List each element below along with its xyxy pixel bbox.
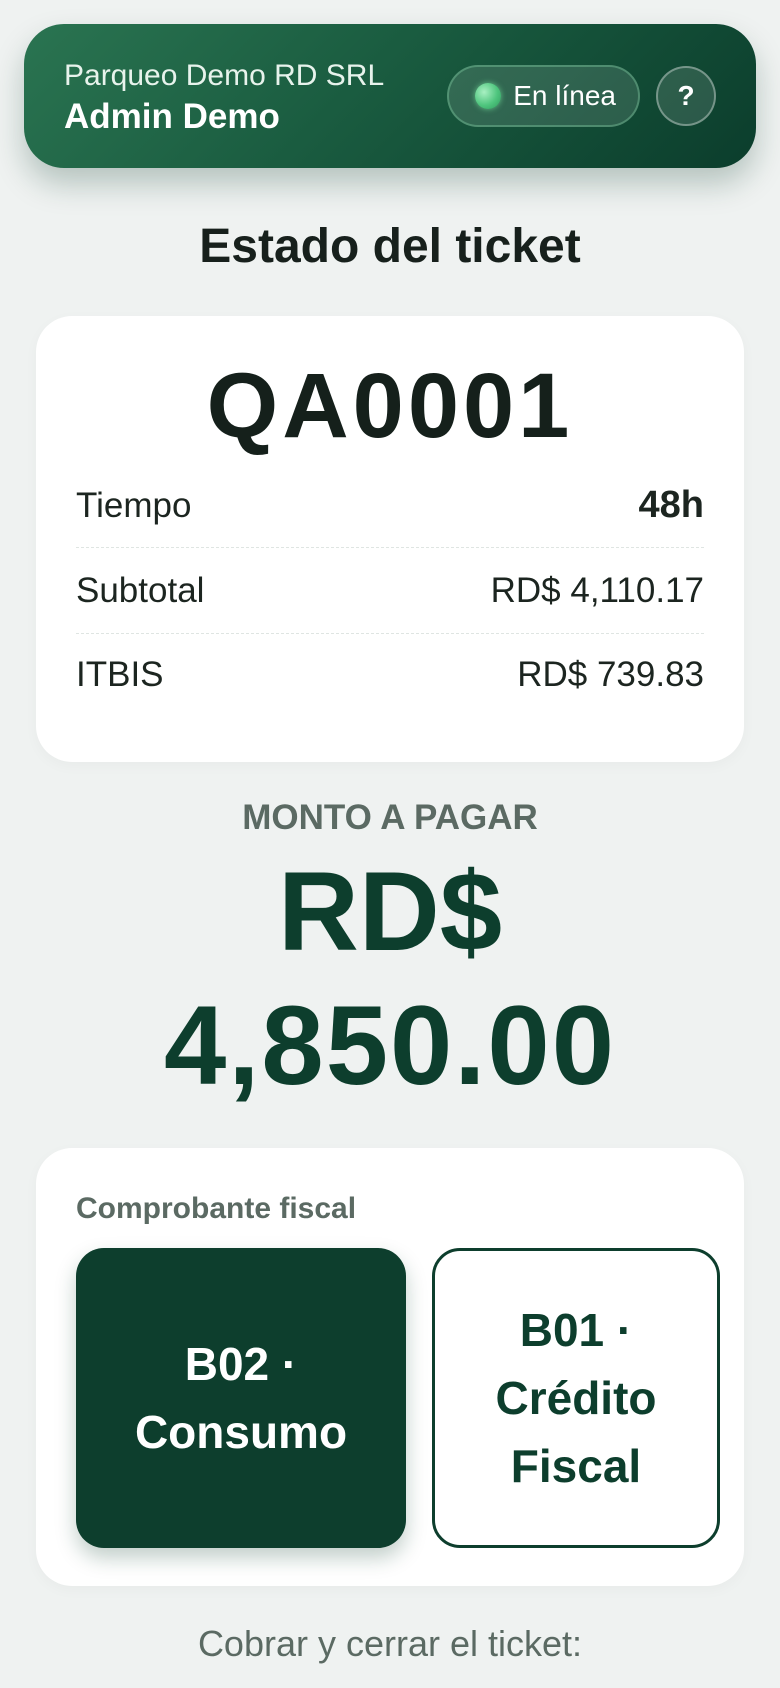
fiscal-option-b02-consumo[interactable]: B02 · Consumo <box>76 1248 406 1548</box>
company-name: Parqueo Demo RD SRL <box>64 59 385 92</box>
row-label: Subtotal <box>76 570 205 610</box>
status-label: En línea <box>513 80 616 111</box>
help-button[interactable]: ? <box>656 66 716 126</box>
ticket-card: QA0001 Tiempo 48h Subtotal RD$ 4,110.17 … <box>36 316 744 762</box>
row-label: Tiempo <box>76 485 192 525</box>
fiscal-receipt-card: Comprobante fiscal B02 · Consumo B01 · C… <box>36 1148 744 1586</box>
ticket-row-itbis: ITBIS RD$ 739.83 <box>76 634 704 716</box>
header-text: Parqueo Demo RD SRL Admin Demo <box>64 54 447 138</box>
ticket-row-subtotal: Subtotal RD$ 4,110.17 <box>76 548 704 634</box>
amount-due-value: 4,850.00 <box>164 983 616 1108</box>
ticket-row-time: Tiempo 48h <box>76 464 704 548</box>
charge-close-prompt: Cobrar y cerrar el ticket: <box>197 1623 583 1664</box>
row-value: RD$ 739.83 <box>517 655 704 694</box>
app-header: Parqueo Demo RD SRL Admin Demo En línea … <box>24 24 756 168</box>
online-status-icon <box>475 83 502 109</box>
row-value: RD$ 4,110.17 <box>490 570 704 610</box>
fiscal-receipt-label: Comprobante fiscal <box>76 1192 357 1225</box>
amount-due-currency: RD$ <box>277 849 503 974</box>
ticket-code: QA0001 <box>206 355 574 457</box>
user-name: Admin Demo <box>64 97 280 136</box>
page-title: Estado del ticket <box>199 220 581 273</box>
amount-due-label: MONTO A PAGAR <box>242 798 538 837</box>
connection-status-badge: En línea <box>447 65 640 127</box>
page: Parqueo Demo RD SRL Admin Demo En línea … <box>0 0 780 1688</box>
fiscal-option-b01-credito-fiscal[interactable]: B01 · Crédito Fiscal <box>432 1248 720 1548</box>
row-value: 48h <box>638 484 704 526</box>
row-label: ITBIS <box>76 655 164 694</box>
